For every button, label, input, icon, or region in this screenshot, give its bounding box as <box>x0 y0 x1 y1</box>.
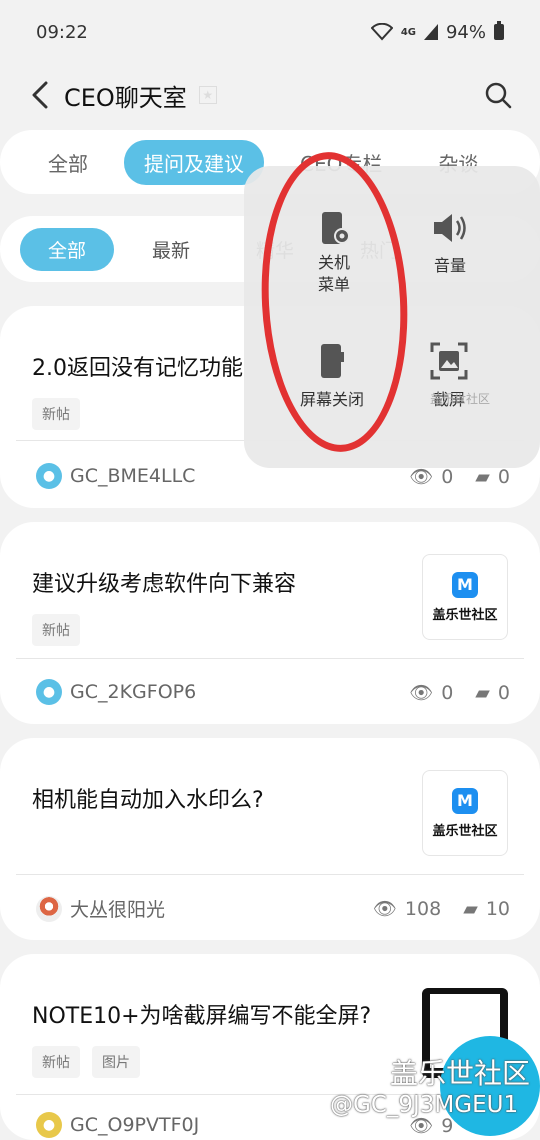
author-name: GC_BME4LLC <box>70 465 196 487</box>
post-author[interactable]: ● GC_O9PVTF0J <box>36 1112 199 1138</box>
eye-icon: 👁 <box>409 466 434 488</box>
comment-count: 0 <box>497 681 510 704</box>
power-menu-label: 关机 菜单 <box>317 253 350 295</box>
volume-label: 音量 <box>433 256 466 275</box>
post-author[interactable]: ● GC_BME4LLC <box>36 463 195 489</box>
author-name: GC_2KGFOP6 <box>70 681 197 703</box>
power-menu-panel: 关机 菜单 音量 屏幕关闭 截屏 盖乐世社区 <box>244 166 540 468</box>
community-logo-icon: M <box>452 571 478 598</box>
post-title: 相机能自动加入水印么? <box>32 788 264 813</box>
eye-icon: 👁 <box>409 682 434 704</box>
community-logo-icon: M <box>452 787 478 814</box>
screenshot-icon <box>430 342 468 380</box>
author-name: GC_O9PVTF0J <box>70 1114 200 1136</box>
comment-count: 10 <box>485 897 510 920</box>
wifi-icon <box>370 23 393 41</box>
post-stats: 👁 108 ▰ 10 <box>372 897 510 921</box>
divider <box>16 658 524 659</box>
avatar-icon: ● <box>36 463 62 489</box>
post-tags: 新帖 <box>32 398 80 430</box>
post-stats: 👁 0 ▰ 0 <box>409 681 510 705</box>
post-stats: 👁 0 ▰ 0 <box>409 465 510 489</box>
tag-new: 新帖 <box>32 614 80 646</box>
power-menu-icon <box>322 212 350 244</box>
divider <box>16 874 524 875</box>
post-author[interactable]: 大丛很阳光 <box>36 895 165 922</box>
comment-icon: ▰ <box>475 681 490 704</box>
post-title: 建议升级考虑软件向下兼容 <box>32 572 297 597</box>
post-author[interactable]: ● GC_2KGFOP6 <box>36 679 196 705</box>
star-icon[interactable]: ★ <box>198 86 217 104</box>
view-count: 0 <box>441 465 454 488</box>
screen-off-label: 屏幕关闭 <box>300 390 365 409</box>
post-thumbnail[interactable]: M 盖乐世社区 <box>422 554 508 640</box>
status-time: 09:22 <box>36 21 88 43</box>
post-card[interactable]: 相机能自动加入水印么? M 盖乐世社区 大丛很阳光 👁 108 ▰ 10 <box>0 738 540 940</box>
avatar-icon <box>36 895 62 922</box>
eye-icon: 👁 <box>372 898 397 920</box>
network-type: 4G <box>400 26 416 38</box>
post-tags: 新帖 图片 <box>32 1046 140 1078</box>
search-icon <box>485 82 512 109</box>
comment-icon: ▰ <box>475 465 490 488</box>
view-count: 0 <box>441 681 454 704</box>
comment-count: 0 <box>497 465 510 488</box>
back-button[interactable] <box>22 77 58 113</box>
screen-off-button[interactable]: 屏幕关闭 <box>300 342 364 410</box>
thumbnail-text: 盖乐世社区 <box>432 607 498 623</box>
signal-icon <box>423 24 438 40</box>
battery-percent: 94% <box>445 21 486 43</box>
tab-questions-suggestions[interactable]: 提问及建议 <box>124 139 264 185</box>
comment-icon: ▰ <box>463 897 478 920</box>
post-title: NOTE10+为啥截屏编写不能全屏? <box>32 1004 372 1029</box>
tag-image: 图片 <box>92 1046 140 1078</box>
avatar-icon: ● <box>36 1112 62 1138</box>
status-icons: 4G 94% <box>370 21 504 43</box>
search-button[interactable] <box>478 75 518 115</box>
page-title: CEO聊天室 <box>64 83 187 112</box>
watermark-site: 盖乐世社区 <box>390 1057 531 1090</box>
battery-icon <box>494 21 504 40</box>
thumbnail-text: 盖乐世社区 <box>432 823 498 839</box>
filter-all[interactable]: 全部 <box>20 227 115 271</box>
tag-new: 新帖 <box>32 1046 80 1078</box>
tab-all[interactable]: 全部 <box>28 140 108 185</box>
app-bar: CEO聊天室 ★ <box>0 64 540 126</box>
filter-latest[interactable]: 最新 <box>124 228 218 271</box>
volume-icon <box>434 214 466 242</box>
power-menu-button[interactable]: 关机 菜单 <box>314 210 354 297</box>
menu-watermark: 盖乐世社区 <box>430 392 491 406</box>
screen-off-icon <box>321 344 344 378</box>
post-card[interactable]: 建议升级考虑软件向下兼容 新帖 M 盖乐世社区 ● GC_2KGFOP6 👁 0 … <box>0 522 540 724</box>
post-tags: 新帖 <box>32 614 80 646</box>
avatar-icon: ● <box>36 679 62 705</box>
post-thumbnail[interactable]: M 盖乐世社区 <box>422 770 508 856</box>
watermark-user: @GC_9J3MGEU1 <box>330 1092 519 1118</box>
volume-button[interactable]: 音量 <box>430 210 470 276</box>
back-icon <box>32 81 48 109</box>
post-title: 2.0返回没有记忆功能 <box>32 356 243 381</box>
status-bar: 09:22 4G 94% <box>0 0 540 64</box>
tag-new: 新帖 <box>32 398 80 430</box>
author-name: 大丛很阳光 <box>70 899 166 921</box>
view-count: 108 <box>404 897 442 920</box>
